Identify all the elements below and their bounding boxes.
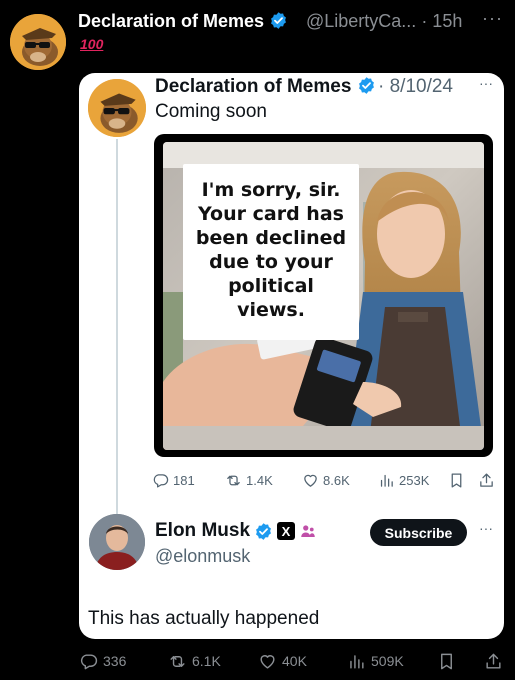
share-icon: [480, 472, 493, 487]
quoted-author-name[interactable]: Declaration of Memes: [155, 76, 376, 98]
hundred-emoji: 100: [80, 36, 104, 52]
reply-button[interactable]: 336: [79, 649, 126, 673]
views-button[interactable]: 253K: [378, 469, 429, 491]
meme-caption-text: I'm sorry, sir. Your card has been decli…: [195, 179, 347, 321]
bookmark-button[interactable]: [448, 469, 465, 491]
author-name[interactable]: Declaration of Memes: [78, 11, 288, 32]
repost-icon: [170, 655, 185, 667]
quote-card[interactable]: Declaration of Memes · 8/10/24 ··· Comin…: [79, 73, 504, 639]
quoted-actions-bar: 181 1.4K 8.6K 253K: [152, 469, 497, 491]
person-avatar-icon: [89, 514, 145, 570]
avatar[interactable]: [88, 79, 146, 137]
share-button[interactable]: [478, 469, 495, 491]
bookmark-icon: [451, 472, 462, 488]
reply-icon: [153, 473, 169, 488]
bookmark-button[interactable]: [437, 649, 456, 673]
verified-badge-icon: [256, 522, 271, 540]
more-icon[interactable]: ···: [482, 8, 503, 29]
avatar[interactable]: [10, 14, 66, 70]
repost-button[interactable]: 1.4K: [225, 469, 273, 491]
avatar[interactable]: [89, 514, 145, 570]
post-image[interactable]: I'm sorry, sir. Your card has been decli…: [154, 134, 493, 457]
meme-caption-box: I'm sorry, sir. Your card has been decli…: [183, 164, 359, 340]
quoted-post-text: Coming soon: [155, 101, 267, 122]
subscribe-button[interactable]: Subscribe: [370, 519, 467, 546]
reply-button[interactable]: 181: [152, 469, 195, 491]
reply-text: This has actually happened: [88, 608, 320, 629]
quoted-post-date[interactable]: · 8/10/24: [378, 76, 453, 98]
horse-avatar-icon: [10, 14, 66, 70]
heart-icon: [304, 474, 317, 487]
horse-avatar-icon: [88, 79, 146, 137]
heart-icon: [260, 654, 275, 669]
bookmark-icon: [441, 653, 452, 669]
like-button[interactable]: 8.6K: [302, 469, 350, 491]
repost-icon: [227, 475, 240, 485]
like-button[interactable]: 40K: [258, 649, 307, 673]
reply-icon: [80, 653, 98, 669]
x-affiliate-badge: X: [277, 522, 296, 540]
author-handle-time[interactable]: @LibertyCa... · 15h: [306, 11, 462, 32]
thread-line: [116, 139, 118, 561]
views-icon: [350, 654, 364, 669]
repost-button[interactable]: 6.1K: [168, 649, 221, 673]
share-icon: [486, 653, 501, 669]
post-actions-bar: 336 6.1K 40K 509K: [0, 649, 515, 673]
views-icon: [380, 474, 393, 487]
post-header: Declaration of Memes @LibertyCa... · 15h…: [0, 0, 515, 72]
views-button[interactable]: 509K: [347, 649, 404, 673]
people-icon: [301, 525, 315, 537]
meme-photo: I'm sorry, sir. Your card has been decli…: [163, 142, 484, 450]
reply-author-name[interactable]: Elon Musk X: [155, 520, 317, 542]
more-icon[interactable]: ···: [479, 520, 493, 536]
verified-badge-icon: [271, 12, 287, 29]
verified-badge-icon: [358, 77, 374, 94]
reply-author-handle[interactable]: @elonmusk: [155, 546, 250, 567]
more-icon[interactable]: ···: [479, 75, 493, 91]
share-button[interactable]: [484, 649, 503, 673]
